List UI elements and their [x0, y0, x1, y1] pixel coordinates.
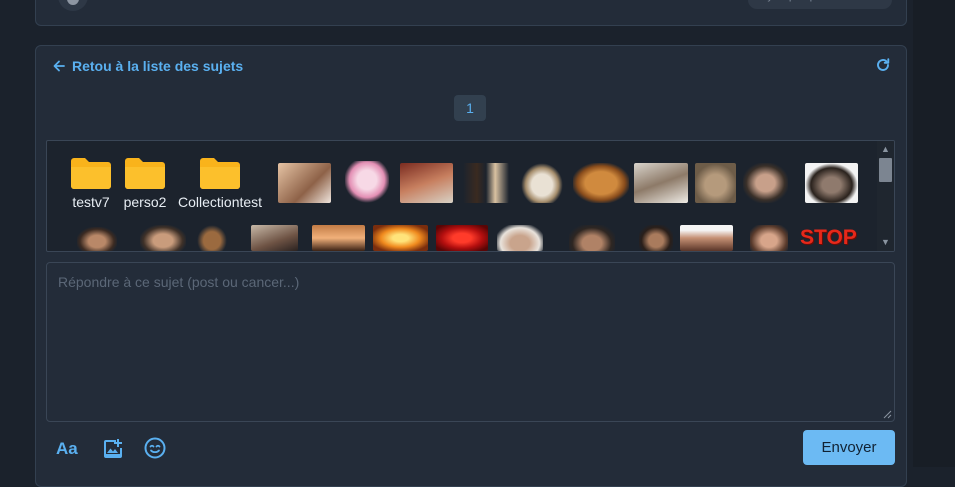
sticker[interactable] — [695, 163, 736, 203]
sticker[interactable] — [77, 227, 117, 251]
sticker-panel: testv7 perso2 Collectiontest STOP ▲ ▼ — [46, 140, 895, 252]
resize-grip-icon[interactable] — [882, 409, 892, 419]
sticker-stop[interactable]: STOP — [800, 225, 858, 251]
sticker[interactable] — [197, 225, 227, 251]
folder-perso2[interactable]: perso2 — [123, 155, 167, 210]
reply-box — [46, 262, 895, 422]
sticker[interactable] — [805, 163, 858, 203]
folder-label: perso2 — [123, 194, 167, 210]
folder-label: Collectiontest — [178, 194, 263, 210]
avatar[interactable] — [58, 0, 88, 11]
refresh-icon[interactable] — [875, 57, 891, 73]
folder-testv7[interactable]: testv7 — [69, 155, 113, 210]
sticker[interactable] — [521, 163, 563, 203]
folder-icon — [125, 158, 165, 189]
arrow-left-icon — [53, 60, 65, 72]
folder-collectiontest[interactable]: Collectiontest — [178, 155, 262, 210]
sticker[interactable] — [400, 163, 453, 203]
reply-textarea[interactable] — [47, 263, 894, 421]
sticker[interactable] — [750, 225, 788, 251]
page-number-button[interactable]: 1 — [454, 95, 486, 121]
folder-icon — [71, 158, 111, 189]
sticker-scrollbar[interactable]: ▲ ▼ — [877, 141, 894, 251]
sticker[interactable] — [463, 163, 509, 203]
back-to-topics-link[interactable]: Retou à la liste des sujets — [53, 58, 243, 74]
sticker[interactable] — [573, 163, 629, 203]
sticker[interactable] — [569, 225, 615, 251]
folder-icon — [200, 158, 241, 189]
scroll-down-icon[interactable]: ▼ — [880, 237, 891, 248]
emoji-icon[interactable] — [143, 436, 167, 460]
sticker[interactable] — [140, 225, 186, 251]
side-gutter — [913, 0, 955, 467]
message-timestamp: il y a quelques secondes — [747, 0, 892, 9]
scroll-up-icon[interactable]: ▲ — [880, 144, 891, 155]
sticker[interactable] — [436, 225, 488, 251]
text-format-button[interactable]: Aa — [56, 439, 78, 459]
sticker[interactable] — [345, 161, 389, 203]
scroll-thumb[interactable] — [879, 158, 892, 182]
sticker[interactable] — [278, 163, 331, 203]
sticker[interactable] — [634, 163, 688, 203]
send-button[interactable]: Envoyer — [803, 430, 895, 465]
topic-card: Retou à la liste des sujets 1 testv7 per… — [35, 45, 907, 487]
sticker-stop-text: STOP — [800, 226, 857, 249]
sticker[interactable] — [497, 225, 543, 251]
sticker[interactable] — [743, 163, 788, 203]
sticker[interactable] — [312, 225, 365, 251]
sticker[interactable] — [680, 225, 733, 251]
back-link-label: Retou à la liste des sujets — [72, 58, 244, 74]
sticker[interactable] — [639, 225, 673, 251]
previous-message-card: il y a quelques secondes — [35, 0, 907, 26]
add-image-icon[interactable] — [101, 437, 125, 461]
sticker[interactable] — [373, 225, 428, 251]
folder-label: testv7 — [72, 194, 110, 210]
sticker[interactable] — [251, 225, 298, 251]
